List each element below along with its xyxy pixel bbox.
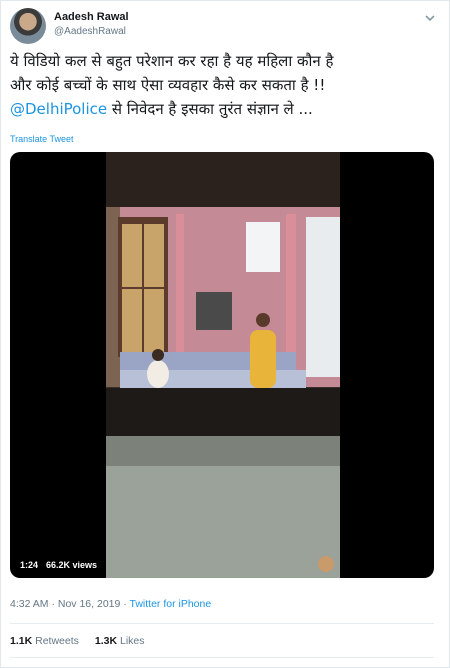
tweet-line-1: ये विडियो कल से बहुत परेशान कर रहा है यह…: [10, 52, 334, 70]
tweet-source-link[interactable]: Twitter for iPhone: [130, 598, 212, 610]
avatar[interactable]: [10, 8, 46, 44]
video-frame: [106, 152, 340, 578]
mention-link[interactable]: @DelhiPolice: [10, 100, 107, 118]
author-display-name[interactable]: Aadesh Rawal: [54, 11, 129, 23]
meta-separator-2: ·: [120, 598, 130, 610]
translate-tweet-link[interactable]: Translate Tweet: [10, 134, 74, 144]
divider-top: [10, 623, 434, 624]
tweet-date[interactable]: Nov 16, 2019: [58, 598, 120, 610]
tweet-line-2: और कोई बच्चों के साथ ऐसा व्यवहार कैसे कर…: [10, 76, 326, 94]
divider-bottom: [10, 657, 434, 658]
author-handle[interactable]: @AadeshRawal: [54, 26, 126, 37]
chevron-down-icon[interactable]: [422, 10, 438, 26]
engagement-stats: 1.1K Retweets 1.3K Likes: [10, 635, 145, 647]
video-duration: 1:24: [20, 559, 39, 570]
video-views: 66.2K views: [46, 559, 98, 570]
likes-stat[interactable]: 1.3K Likes: [95, 635, 145, 647]
video-stats-badge: 1:24 66.2K views: [15, 557, 103, 572]
tweet-text: ये विडियो कल से बहुत परेशान कर रहा है यह…: [10, 49, 430, 121]
likes-count: 1.3K: [94, 635, 118, 647]
tweet-time[interactable]: 4:32 AM: [10, 598, 49, 610]
tweet-meta: 4:32 AM · Nov 16, 2019 · Twitter for iPh…: [10, 598, 211, 610]
retweets-count: 1.1K: [10, 635, 33, 647]
likes-label: Likes: [120, 635, 145, 647]
tweet-line-3-text: से निवेदन है इसका तुरंत संज्ञान ले ...: [107, 100, 313, 118]
tweet-line-3: @DelhiPolice से निवेदन है इसका तुरंत संज…: [10, 97, 430, 121]
meta-separator: ·: [48, 598, 58, 610]
video-player[interactable]: 1:24 66.2K views: [10, 152, 434, 578]
retweets-label: Retweets: [35, 635, 79, 647]
retweets-stat[interactable]: 1.1K Retweets: [10, 635, 79, 647]
